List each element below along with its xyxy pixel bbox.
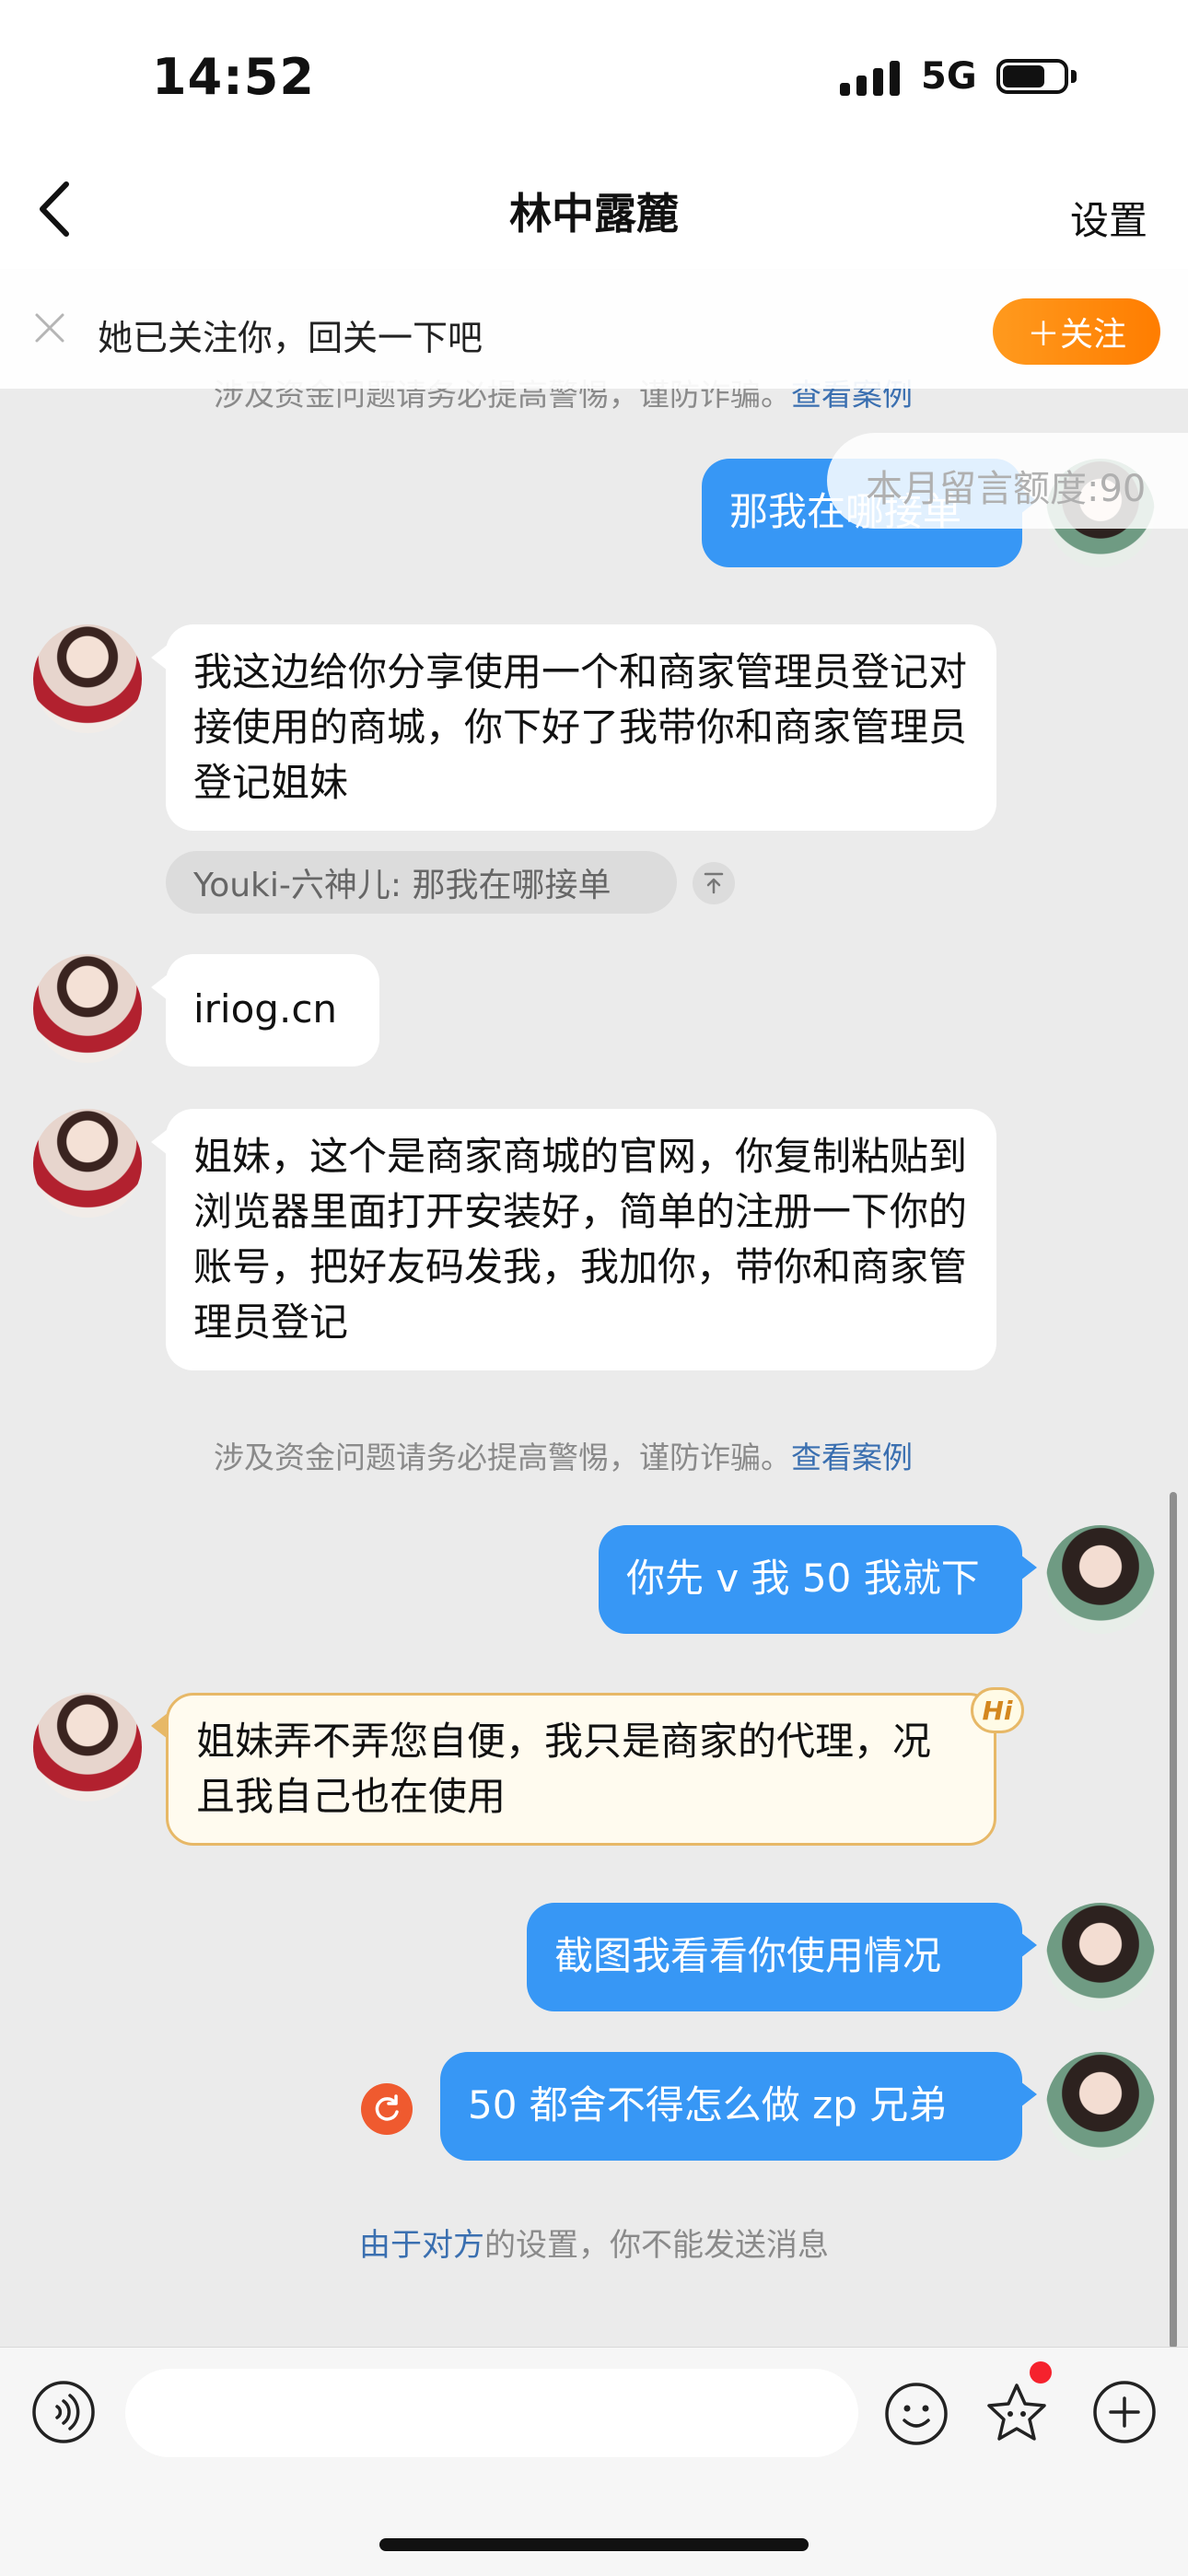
message-bubble-received[interactable]: 我这边给你分享使用一个和商家管理员登记对接使用的商城，你下好了我带你和商家管理员… (166, 624, 996, 831)
avatar[interactable] (1046, 1903, 1155, 2011)
avatar[interactable] (33, 954, 142, 1063)
follow-banner-text: 她已关注你，回关一下吧 (98, 318, 483, 358)
quoted-message[interactable]: Youki-六神儿: 那我在哪接单 (166, 851, 677, 914)
bubble-tail (1020, 1555, 1037, 1580)
message-bubble-received[interactable]: 姐妹，这个是商家商城的官网，你复制粘贴到浏览器里面打开安装好，简单的注册一下你的… (166, 1109, 996, 1370)
avatar[interactable] (1046, 1525, 1155, 1634)
home-indicator[interactable] (379, 2538, 809, 2551)
scrollbar[interactable] (1170, 1492, 1177, 2349)
emoji-icon[interactable] (884, 2382, 949, 2446)
avatar[interactable] (33, 1693, 142, 1801)
signal-icon (840, 61, 900, 96)
pin-top-icon[interactable] (693, 862, 735, 904)
notification-dot (1030, 2361, 1052, 2384)
fraud-warning: 涉及资金问题请务必提高警惕，谨防诈骗。查看案例 (214, 1440, 913, 1475)
resend-icon[interactable] (361, 2083, 413, 2135)
network-label: 5G (921, 55, 977, 98)
avatar[interactable] (1046, 2052, 1155, 2161)
settings-button[interactable]: 设置 (1070, 190, 1147, 246)
message-bubble-received[interactable]: iriog.cn (166, 954, 379, 1067)
message-bubble-sent[interactable]: 截图我看看你使用情况 (527, 1903, 1022, 2011)
avatar[interactable] (33, 624, 142, 733)
message-bubble-received[interactable]: 姐妹弄不弄您自便，我只是商家的代理，况且我自己也在使用 (166, 1693, 996, 1846)
follow-button[interactable]: ＋关注 (993, 298, 1160, 365)
view-cases-link[interactable]: 查看案例 (791, 1440, 913, 1475)
bubble-tail (1020, 2081, 1037, 2107)
notice-link[interactable]: 由于对方 (359, 2227, 484, 2264)
hi-badge: Hi (971, 1687, 1024, 1733)
plus-icon[interactable] (1092, 2380, 1157, 2444)
quota-text: 本月留言额度:90 (866, 468, 1147, 510)
bubble-tail (1020, 1932, 1037, 1958)
voice-icon[interactable] (31, 2380, 96, 2444)
sticker-icon[interactable] (984, 2380, 1050, 2446)
message-bubble-sent-failed[interactable]: 50 都舍不得怎么做 zp 兄弟 (440, 2052, 1022, 2161)
cannot-send-notice: 由于对方的设置，你不能发送消息 (359, 2227, 829, 2264)
avatar[interactable] (33, 1109, 142, 1218)
chat-title: 林中露麓 (509, 189, 679, 239)
status-time: 14:52 (152, 48, 315, 106)
close-icon[interactable] (31, 309, 68, 346)
battery-icon (996, 59, 1068, 94)
battery-tip (1071, 70, 1077, 83)
message-input[interactable] (125, 2369, 858, 2457)
message-bubble-sent[interactable]: 你先 v 我 50 我就下 (599, 1525, 1022, 1634)
